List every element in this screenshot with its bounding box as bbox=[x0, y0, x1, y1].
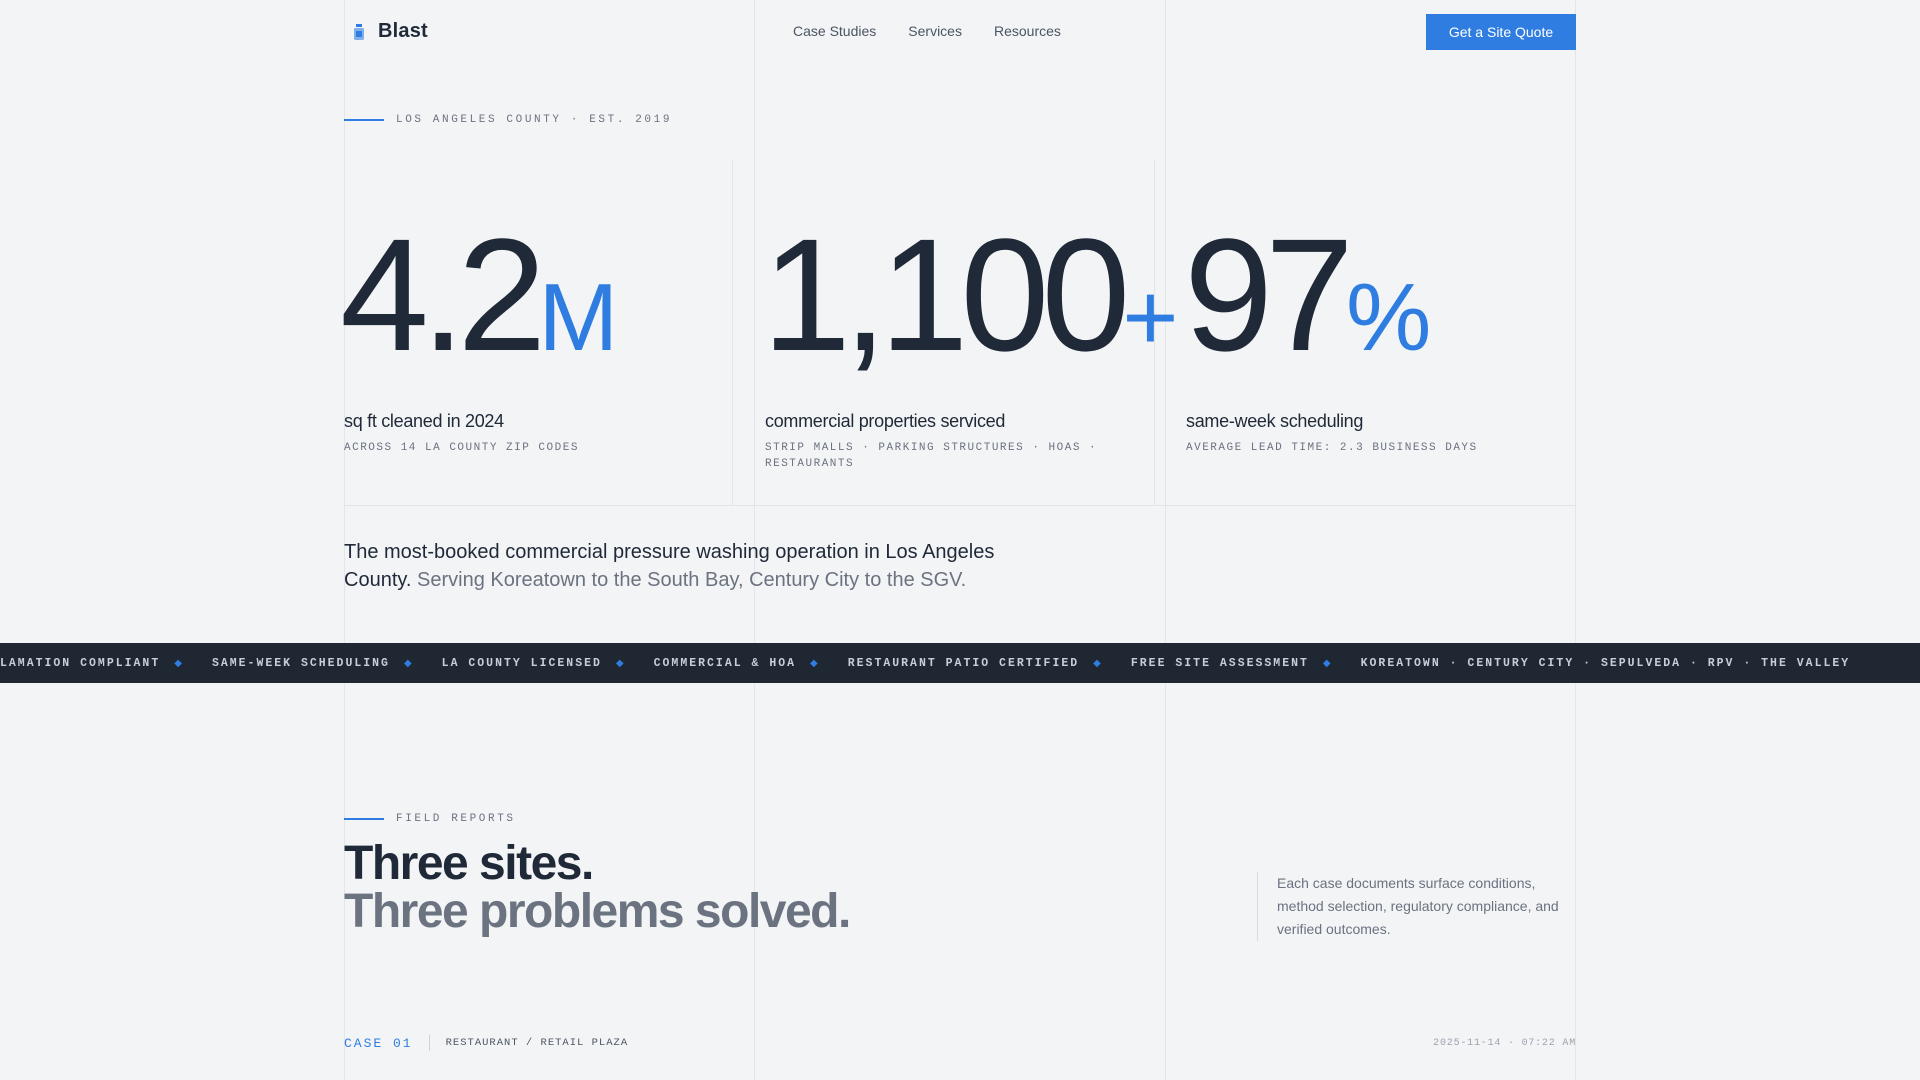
stat-number: 1,100+ bbox=[762, 205, 1179, 384]
stat-number: 97% bbox=[1184, 205, 1432, 384]
nav-link-resources[interactable]: Resources bbox=[994, 23, 1061, 39]
ticker-item: LAMATION COMPLIANT bbox=[0, 656, 161, 670]
case-type: RESTAURANT / RETAIL PLAZA bbox=[445, 1037, 629, 1049]
ticker-item: LA COUNTY LICENSED bbox=[441, 656, 602, 670]
get-quote-button[interactable]: Get a Site Quote bbox=[1426, 14, 1576, 50]
eyebrow-bar bbox=[344, 818, 384, 820]
case-id: CASE 01 bbox=[344, 1035, 413, 1051]
diamond-icon: ◆ bbox=[810, 657, 818, 669]
ticker-item: SAME-WEEK SCHEDULING bbox=[211, 656, 390, 670]
section-heading: Three sites. Three problems solved. bbox=[344, 837, 851, 938]
nav-links: Case Studies Services Resources bbox=[793, 23, 1061, 39]
ticker-item: RESTAURANT PATIO CERTIFIED bbox=[847, 656, 1080, 670]
nav-link-services[interactable]: Services bbox=[908, 23, 962, 39]
ticker-track: LAMATION COMPLIANT ◆ SAME-WEEK SCHEDULING ◆… bbox=[0, 643, 1850, 683]
stat-suffix: + bbox=[1122, 264, 1179, 371]
ticker-item: FREE SITE ASSESSMENT bbox=[1130, 656, 1309, 670]
stat-suffix: M bbox=[538, 264, 619, 371]
heading-line-1: Three sites. bbox=[344, 837, 594, 890]
stat-scheduling: 97% same-week scheduling AVERAGE LEAD TI… bbox=[1184, 210, 1564, 456]
eyebrow-bar bbox=[344, 119, 384, 121]
brand-name: Blast bbox=[378, 20, 428, 42]
nav-link-case-studies[interactable]: Case Studies bbox=[793, 23, 876, 39]
grid-line bbox=[344, 505, 1576, 506]
top-nav: Blast Case Studies Services Resources Ge… bbox=[344, 0, 1576, 64]
diamond-icon: ◆ bbox=[1322, 657, 1331, 669]
section-note: Each case documents surface conditions, … bbox=[1257, 872, 1577, 941]
stat-sub: ACROSS 14 LA COUNTY ZIP CODES bbox=[344, 442, 579, 454]
stat-sub: STRIP MALLS · PARKING STRUCTURES · HOAS … bbox=[765, 442, 1098, 470]
heading-line-2: Three problems solved. bbox=[344, 885, 851, 938]
spray-bottle-icon bbox=[354, 23, 364, 40]
eyebrow-text: LOS ANGELES COUNTY · EST. 2019 bbox=[396, 114, 673, 126]
diamond-icon: ◆ bbox=[615, 657, 624, 669]
diamond-icon: ◆ bbox=[1093, 657, 1101, 669]
ticker-item: COMMERCIAL & HOA bbox=[653, 656, 797, 670]
marquee-ticker: LAMATION COMPLIANT ◆ SAME-WEEK SCHEDULING ◆… bbox=[0, 643, 1920, 683]
stat-suffix: % bbox=[1345, 264, 1432, 371]
case-timestamp: 2025-11-14 · 07:22 AM bbox=[1433, 1037, 1576, 1049]
hero-eyebrow: LOS ANGELES COUNTY · EST. 2019 bbox=[344, 114, 672, 126]
eyebrow-text: FIELD REPORTS bbox=[396, 813, 516, 825]
stat-number: 4.2M bbox=[340, 205, 619, 384]
ticker-item: KOREATOWN · CENTURY CITY · SEPULVEDA · R… bbox=[1360, 656, 1851, 670]
tagline-muted: Serving Koreatown to the South Bay, Cent… bbox=[417, 569, 967, 591]
grid-line bbox=[1165, 0, 1166, 1080]
diamond-icon: ◆ bbox=[403, 657, 412, 669]
stat-label: sq ft cleaned in 2024 bbox=[344, 411, 504, 431]
grid-line bbox=[732, 160, 733, 505]
stat-label: commercial properties serviced bbox=[765, 411, 1006, 431]
field-reports-eyebrow: FIELD REPORTS bbox=[344, 813, 516, 825]
stat-sub: AVERAGE LEAD TIME: 2.3 BUSINESS DAYS bbox=[1186, 442, 1478, 454]
divider bbox=[428, 1035, 430, 1051]
stat-sqft: 4.2M sq ft cleaned in 2024 ACROSS 14 LA … bbox=[340, 210, 670, 456]
hero-tagline: The most-booked commercial pressure wash… bbox=[344, 538, 1004, 594]
diamond-icon: ◆ bbox=[174, 657, 182, 669]
stat-properties: 1,100+ commercial properties serviced ST… bbox=[762, 210, 1178, 472]
stat-label: same-week scheduling bbox=[1186, 411, 1364, 431]
brand[interactable]: Blast bbox=[352, 20, 428, 43]
case-header: CASE 01 RESTAURANT / RETAIL PLAZA 2025-1… bbox=[344, 1035, 1576, 1051]
